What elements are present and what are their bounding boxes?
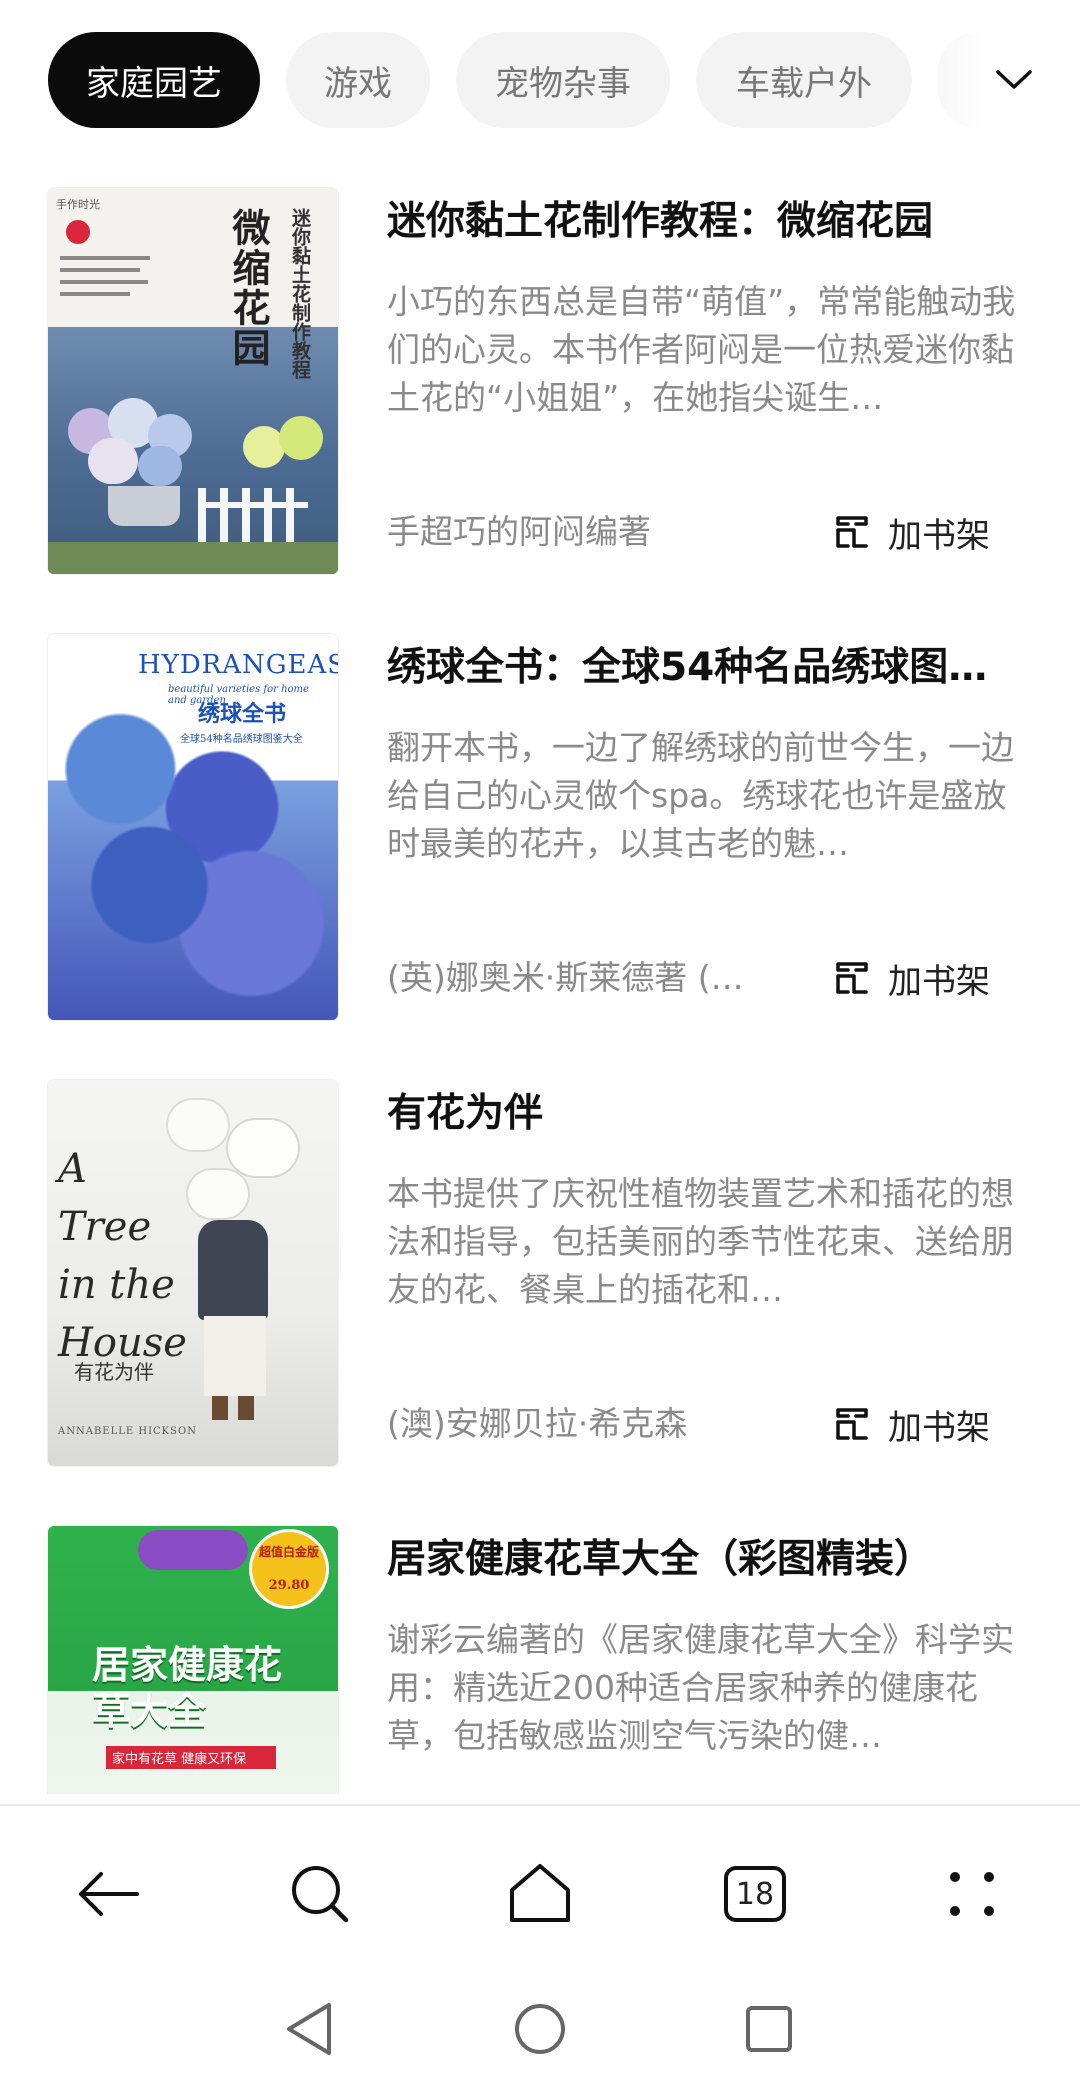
home-icon[interactable] (490, 1844, 590, 1944)
bookshelf-add-icon (836, 962, 868, 994)
nav-home-icon[interactable] (505, 1994, 575, 2064)
back-arrow-icon[interactable] (58, 1844, 158, 1944)
cover-badge-text: 超值白金版 (258, 1545, 319, 1559)
add-to-shelf-button[interactable]: 加书架 (832, 504, 990, 560)
list-item[interactable]: 超值白金版 29.80 居家健康花草大全 家中有花草 健康又环保 居家健康花草大… (0, 1524, 1080, 1794)
cover-text-lines (60, 256, 160, 304)
category-tab-scroller[interactable]: 家庭园艺 游戏 宠物杂事 车载户外 (48, 32, 1018, 128)
nav-back-icon[interactable] (274, 1994, 344, 2064)
book-author: 手超巧的阿闷编著 (387, 512, 651, 551)
browser-bottom-bar: 18 (0, 1804, 1080, 1974)
cover-badge: 超值白金版 29.80 (252, 1532, 326, 1606)
add-to-shelf-label: 加书架 (888, 1407, 990, 1448)
cover-badge (66, 220, 90, 244)
tabs-count-button[interactable]: 18 (705, 1844, 805, 1944)
book-description[interactable]: 本书提供了庆祝性植物装置艺术和插花的想法和指导，包括美丽的季节性花束、送给朋友的… (387, 1170, 1037, 1314)
nav-recents-icon[interactable] (734, 1994, 804, 2064)
category-tabs: 家庭园艺 游戏 宠物杂事 车载户外 (0, 0, 1080, 160)
list-item[interactable]: A Tree in the House 有花为伴 ANNABELLE HICKS… (0, 1078, 1080, 1524)
cover-title: 居家健康花草大全 (92, 1642, 283, 1733)
book-title[interactable]: 迷你黏土花制作教程：微缩花园 (387, 196, 1037, 248)
cover-figure (198, 1220, 278, 1420)
cover-author: ANNABELLE HICKSON (58, 1426, 197, 1437)
book-list: 手作时光 微缩花园 迷你黏土花制作教程 迷你黏土花制作教程：微缩花园 小巧的东西… (0, 186, 1080, 1794)
cover-title-cn: 绣球全书 (198, 701, 287, 727)
cover-title-en: A Tree in the House (58, 1146, 187, 1366)
cover-top-text: 手作时光 (56, 198, 100, 211)
bookshelf-add-icon (836, 1408, 868, 1440)
book-cover[interactable]: 超值白金版 29.80 居家健康花草大全 家中有花草 健康又环保 (48, 1526, 338, 1794)
book-title[interactable]: 有花为伴 (387, 1088, 1037, 1140)
list-item[interactable]: 手作时光 微缩花园 迷你黏土花制作教程 迷你黏土花制作教程：微缩花园 小巧的东西… (0, 186, 1080, 632)
book-cover[interactable]: A Tree in the House 有花为伴 ANNABELLE HICKS… (48, 1080, 338, 1466)
tabs-count: 18 (735, 1876, 775, 1912)
chevron-down-icon[interactable] (990, 56, 1038, 104)
book-author: (英)娜奥米·斯莱德著 (… (387, 958, 744, 997)
cover-fence (198, 488, 328, 548)
tab-games[interactable]: 游戏 (286, 32, 430, 128)
system-nav-bar (0, 1974, 1080, 2090)
tab-car-outdoor[interactable]: 车载户外 (696, 32, 912, 128)
add-to-shelf-label: 加书架 (888, 961, 990, 1002)
search-icon[interactable] (270, 1844, 370, 1944)
list-item[interactable]: HYDRANGEAS beautiful varieties for home … (0, 632, 1080, 1078)
book-description[interactable]: 小巧的东西总是自带“萌值”，常常能触动我们的心灵。本书作者阿闷是一位热爱迷你黏土… (387, 278, 1037, 422)
cover-flowers (138, 1530, 248, 1570)
book-author: (澳)安娜贝拉·希克森 (387, 1404, 688, 1443)
cover-subtitle: 迷你黏土花制作教程 (289, 208, 311, 379)
add-to-shelf-button[interactable]: 加书架 (832, 950, 990, 1006)
add-to-shelf-button[interactable]: 加书架 (832, 1396, 990, 1452)
book-description[interactable]: 谢彩云编著的《居家健康花草大全》科学实用：精选近200种适合居家种养的健康花草，… (387, 1616, 1037, 1760)
book-title[interactable]: 绣球全书：全球54种名品绣球图… (387, 642, 1037, 694)
cover-title: 微缩花园 (226, 208, 271, 368)
book-title[interactable]: 居家健康花草大全（彩图精装） (387, 1534, 1037, 1586)
book-description[interactable]: 翻开本书，一边了解绣球的前世今生，一边给自己的心灵做个spa。绣球花也许是盛放时… (387, 724, 1037, 868)
tab-pets[interactable]: 宠物杂事 (456, 32, 670, 128)
cover-title-cn: 有花为伴 (74, 1360, 154, 1384)
cover-flowers-right (243, 416, 333, 486)
cover-tagline: 家中有花草 健康又环保 (106, 1746, 276, 1769)
tab-home-gardening[interactable]: 家庭园艺 (48, 32, 260, 128)
cover-price: 29.80 (268, 1578, 310, 1593)
menu-dots-icon[interactable] (922, 1844, 1022, 1944)
cover-subtitle-cn: 全球54种名品绣球图鉴大全 (180, 734, 303, 745)
book-cover[interactable]: HYDRANGEAS beautiful varieties for home … (48, 634, 338, 1020)
tabs-count-box: 18 (724, 1866, 786, 1922)
book-cover[interactable]: 手作时光 微缩花园 迷你黏土花制作教程 (48, 188, 338, 574)
bookshelf-add-icon (836, 516, 868, 548)
cover-title-en: HYDRANGEAS (138, 650, 338, 680)
add-to-shelf-label: 加书架 (888, 515, 990, 556)
cover-ground (48, 542, 338, 574)
